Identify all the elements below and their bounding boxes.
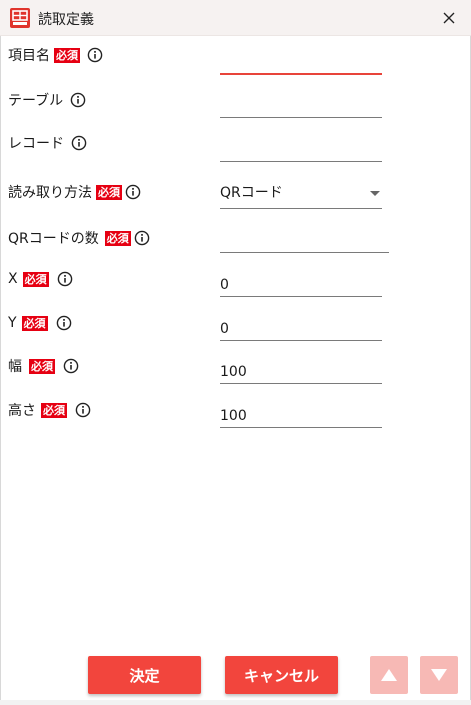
bottom-edge: [0, 700, 471, 705]
info-icon[interactable]: [125, 184, 141, 200]
required-badge: 必須: [104, 230, 131, 246]
info-icon[interactable]: [87, 47, 103, 63]
width-row-label: 幅 必須: [8, 355, 79, 377]
y-field[interactable]: [220, 313, 382, 341]
y-label: Y: [8, 315, 17, 331]
window-title: 読取定義: [38, 12, 94, 28]
info-icon[interactable]: [63, 358, 79, 374]
x-field[interactable]: [220, 269, 382, 297]
info-icon[interactable]: [71, 135, 87, 151]
height-field[interactable]: [220, 400, 382, 428]
record-input[interactable]: [220, 142, 382, 158]
item-name-row-label: 項目名 必須: [8, 44, 103, 66]
move-down-button[interactable]: [420, 656, 458, 694]
qr-count-field[interactable]: [220, 225, 389, 253]
table-field[interactable]: [220, 90, 382, 118]
qr-count-row-label: QRコードの数 必須: [8, 227, 150, 249]
arrow-down-icon: [431, 669, 447, 681]
x-input[interactable]: [220, 277, 382, 293]
required-badge: 必須: [29, 358, 55, 374]
required-badge: 必須: [41, 402, 67, 418]
cancel-button[interactable]: キャンセル: [225, 656, 338, 694]
title-bar: 読取定義: [0, 0, 471, 36]
y-row-label: Y 必須: [8, 312, 72, 334]
height-row-label: 高さ 必須: [8, 399, 91, 421]
confirm-button[interactable]: 決定: [88, 656, 201, 694]
table-label: テーブル: [8, 93, 64, 109]
item-name-field[interactable]: [220, 47, 382, 75]
height-label: 高さ: [8, 403, 36, 419]
item-name-input[interactable]: [220, 54, 382, 70]
qr-count-label: QRコードの数: [8, 231, 99, 247]
record-row-label: レコード: [8, 132, 87, 154]
required-badge: 必須: [21, 315, 48, 331]
item-name-label: 項目名: [8, 48, 50, 64]
width-field[interactable]: [220, 356, 382, 384]
required-badge: 必須: [54, 47, 80, 63]
read-method-selected-value: QRコード: [220, 185, 283, 201]
record-label: レコード: [8, 136, 64, 152]
read-method-select[interactable]: QRコード: [220, 181, 382, 209]
table-row-label: テーブル: [8, 89, 86, 111]
info-icon[interactable]: [70, 92, 86, 108]
y-input[interactable]: [220, 321, 382, 337]
app-logo-icon: [10, 8, 30, 28]
x-label: X: [8, 271, 18, 287]
required-badge: 必須: [96, 184, 122, 200]
record-field[interactable]: [220, 134, 382, 162]
close-icon: [443, 12, 455, 24]
qr-count-input[interactable]: [220, 233, 389, 249]
info-icon[interactable]: [134, 230, 150, 246]
table-input[interactable]: [220, 98, 382, 114]
info-icon[interactable]: [57, 271, 73, 287]
move-up-button[interactable]: [370, 656, 408, 694]
read-method-label: 読み取り方法: [8, 185, 92, 201]
chevron-down-icon: [370, 191, 380, 196]
x-row-label: X 必須: [8, 268, 73, 290]
width-input[interactable]: [220, 364, 382, 380]
height-input[interactable]: [220, 408, 382, 424]
required-badge: 必須: [22, 271, 49, 287]
info-icon[interactable]: [75, 402, 91, 418]
width-label: 幅: [8, 359, 22, 375]
info-icon[interactable]: [56, 315, 72, 331]
close-button[interactable]: [432, 4, 466, 32]
read-method-row-label: 読み取り方法 必須: [8, 181, 141, 203]
arrow-up-icon: [381, 669, 397, 681]
